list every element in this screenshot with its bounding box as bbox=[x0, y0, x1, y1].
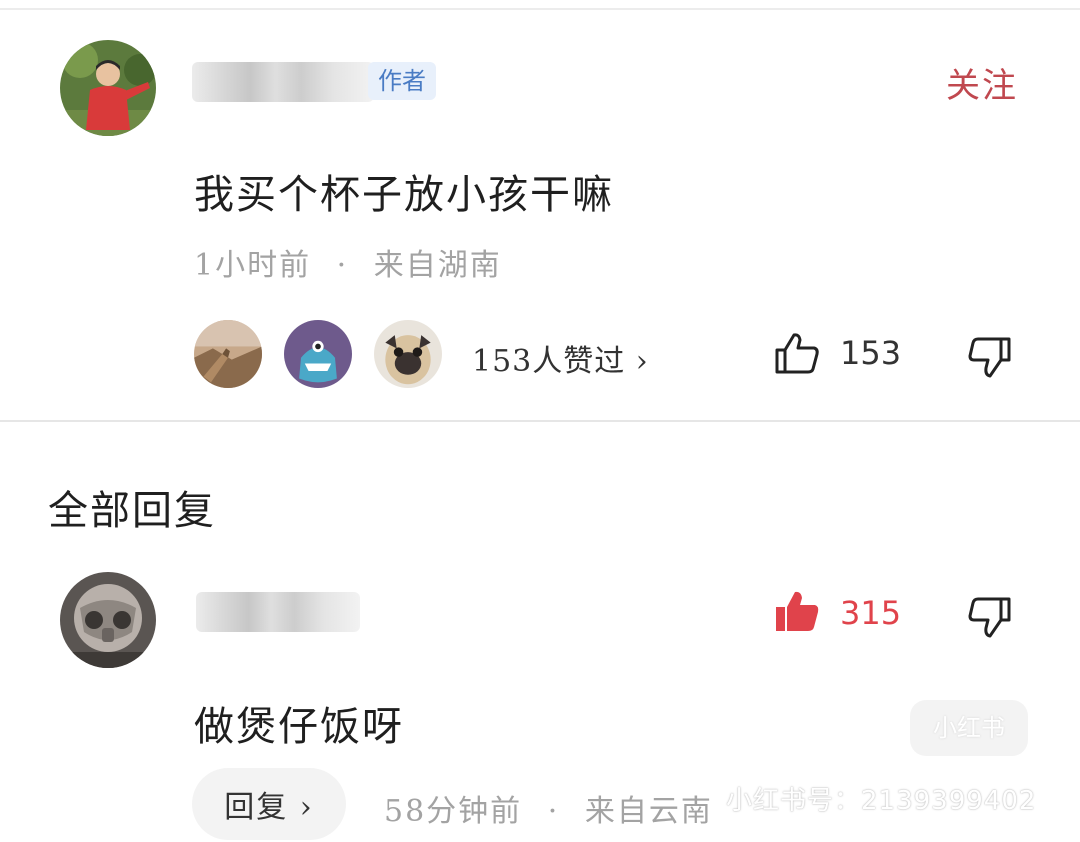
thumbs-up-outline-icon[interactable] bbox=[774, 332, 820, 374]
reply-like-count: 315 bbox=[840, 594, 902, 632]
comment-author-name-blurred[interactable] bbox=[192, 62, 374, 102]
child-photo-icon bbox=[60, 40, 156, 136]
follow-button[interactable]: 关注 bbox=[946, 58, 1018, 107]
gas-mask-photo-icon bbox=[60, 572, 156, 668]
section-divider bbox=[0, 420, 1080, 422]
comment-text: 我买个杯子放小孩干嘛 bbox=[194, 172, 614, 218]
reply-time: 58分钟前 bbox=[384, 794, 523, 829]
thumbs-up-filled-icon[interactable] bbox=[774, 590, 820, 632]
reply-author-avatar[interactable] bbox=[60, 572, 156, 668]
reply-button[interactable]: 回复 › bbox=[192, 768, 346, 840]
comment-author-avatar[interactable] bbox=[60, 40, 156, 136]
meta-dot: · bbox=[547, 794, 560, 829]
comment-location: 来自湖南 bbox=[373, 248, 502, 283]
comment-like-count: 153 bbox=[840, 334, 902, 372]
top-separator bbox=[0, 8, 1080, 10]
likers-summary-link[interactable]: 153人赞过 › bbox=[472, 336, 649, 380]
reply-meta: 58分钟前 · 来自云南 bbox=[384, 786, 713, 830]
author-badge: 作者 bbox=[368, 62, 436, 100]
liker-avatar[interactable] bbox=[372, 318, 444, 390]
watermark-id: 小红书号：2139399402 bbox=[726, 786, 1037, 816]
blue-monster-icon bbox=[284, 320, 352, 388]
reply-text: 做煲仔饭呀 bbox=[194, 704, 404, 750]
reply-location: 来自云南 bbox=[584, 794, 713, 829]
liker-avatar[interactable] bbox=[192, 318, 264, 390]
watermark-logo: 小红书 bbox=[910, 700, 1028, 756]
reply-author-name-blurred[interactable] bbox=[196, 592, 360, 632]
thumbs-down-outline-icon[interactable] bbox=[968, 596, 1012, 638]
comment-meta: 1小时前 · 来自湖南 bbox=[194, 240, 502, 284]
great-wall-photo-icon bbox=[194, 320, 262, 388]
liker-avatar[interactable] bbox=[282, 318, 354, 390]
thumbs-down-outline-icon[interactable] bbox=[968, 336, 1012, 378]
replies-section-title: 全部回复 bbox=[48, 488, 216, 534]
meta-dot: · bbox=[336, 248, 349, 283]
comment-time: 1小时前 bbox=[194, 248, 312, 283]
pug-dog-icon bbox=[374, 320, 442, 388]
